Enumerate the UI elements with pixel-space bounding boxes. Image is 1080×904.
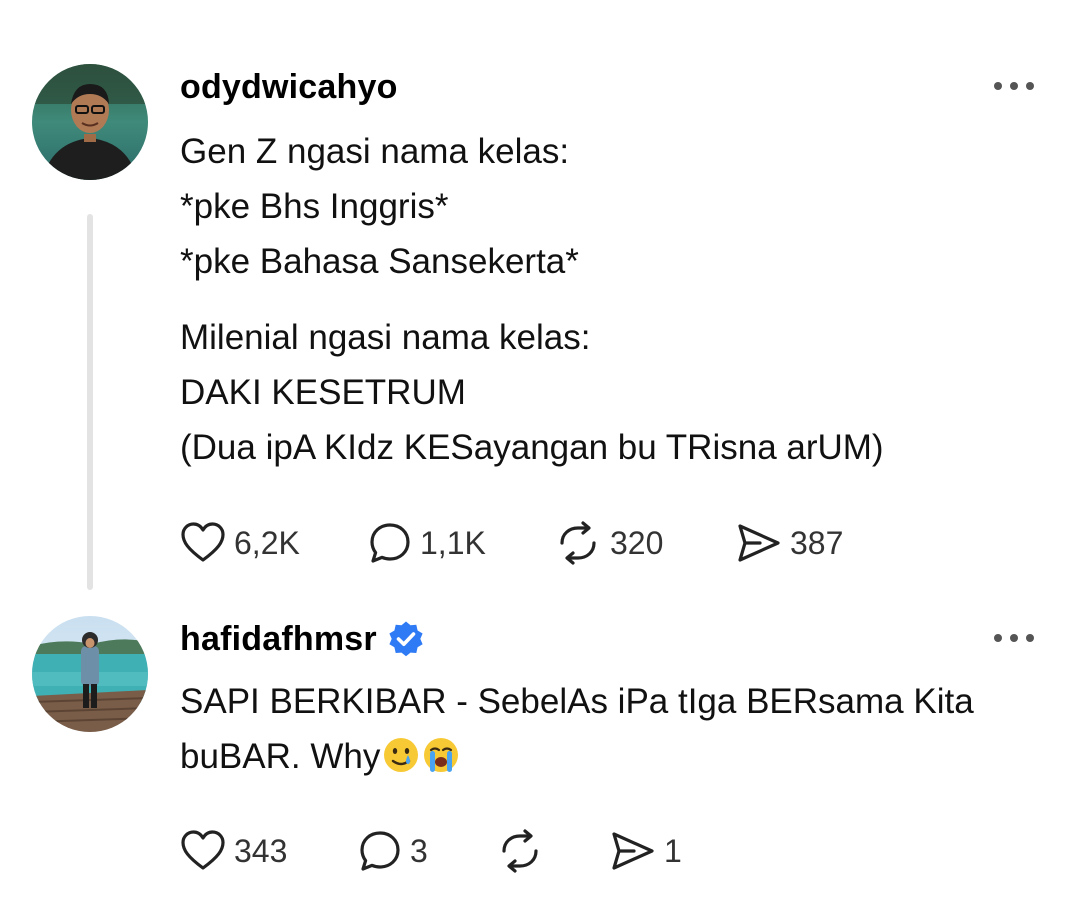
post-text: Milenial ngasi nama kelas: DAKI KESETRUM… xyxy=(180,310,884,475)
share-button[interactable]: 387 xyxy=(736,521,843,565)
username-row: hafidafhmsr xyxy=(180,616,425,662)
username[interactable]: hafidafhmsr xyxy=(180,620,377,659)
username[interactable]: odydwicahyo xyxy=(180,68,398,107)
comment-icon xyxy=(358,829,402,873)
reply-button[interactable]: 3 xyxy=(358,829,428,873)
thread-post: odydwicahyo Gen Z ngasi nama kelas: *pke… xyxy=(0,0,1080,600)
text-line: SAPI BERKIBAR - SebelAs iPa tIga BERsama… xyxy=(180,682,974,721)
share-count: 1 xyxy=(664,832,682,869)
repost-icon xyxy=(496,829,544,873)
heart-icon xyxy=(180,829,226,873)
reply-count: 3 xyxy=(410,832,428,869)
repost-icon xyxy=(554,521,602,565)
loudly-crying-face-icon xyxy=(422,735,460,773)
avatar[interactable] xyxy=(32,64,148,180)
like-button[interactable]: 6,2K xyxy=(180,521,300,565)
like-count: 343 xyxy=(234,832,288,869)
comment-icon xyxy=(368,521,412,565)
share-count: 387 xyxy=(790,524,844,561)
text-segment: buBAR. Why xyxy=(180,737,381,776)
thread-line xyxy=(87,214,93,590)
repost-count: 320 xyxy=(610,524,664,561)
repost-button[interactable]: 320 xyxy=(554,521,663,565)
smiling-face-with-tear-icon xyxy=(382,735,420,773)
more-icon[interactable] xyxy=(994,632,1034,644)
text-line: *pke Bhs Inggris* xyxy=(180,187,449,226)
text-line: buBAR. Why xyxy=(180,729,974,784)
post-text: Gen Z ngasi nama kelas: *pke Bhs Inggris… xyxy=(180,124,579,289)
share-icon xyxy=(610,829,656,873)
post-text: SAPI BERKIBAR - SebelAs iPa tIga BERsama… xyxy=(180,674,974,784)
avatar[interactable] xyxy=(32,616,148,732)
heart-icon xyxy=(180,521,226,565)
reply-count: 1,1K xyxy=(420,524,486,561)
text-line: Gen Z ngasi nama kelas: xyxy=(180,132,570,171)
text-line: *pke Bahasa Sansekerta* xyxy=(180,242,579,281)
verified-badge-icon xyxy=(387,620,425,658)
share-button[interactable]: 1 xyxy=(610,829,682,873)
thread-post: hafidafhmsr SAPI BERKIBAR - SebelAs iPa … xyxy=(0,600,1080,904)
reply-button[interactable]: 1,1K xyxy=(368,521,486,565)
like-count: 6,2K xyxy=(234,524,300,561)
like-button[interactable]: 343 xyxy=(180,829,287,873)
username-row: odydwicahyo xyxy=(180,64,398,110)
more-icon[interactable] xyxy=(994,80,1034,92)
repost-button[interactable] xyxy=(496,829,552,873)
text-line: DAKI KESETRUM xyxy=(180,373,466,412)
text-line: (Dua ipA KIdz KESayangan bu TRisna arUM) xyxy=(180,428,884,467)
text-line: Milenial ngasi nama kelas: xyxy=(180,318,591,357)
share-icon xyxy=(736,521,782,565)
